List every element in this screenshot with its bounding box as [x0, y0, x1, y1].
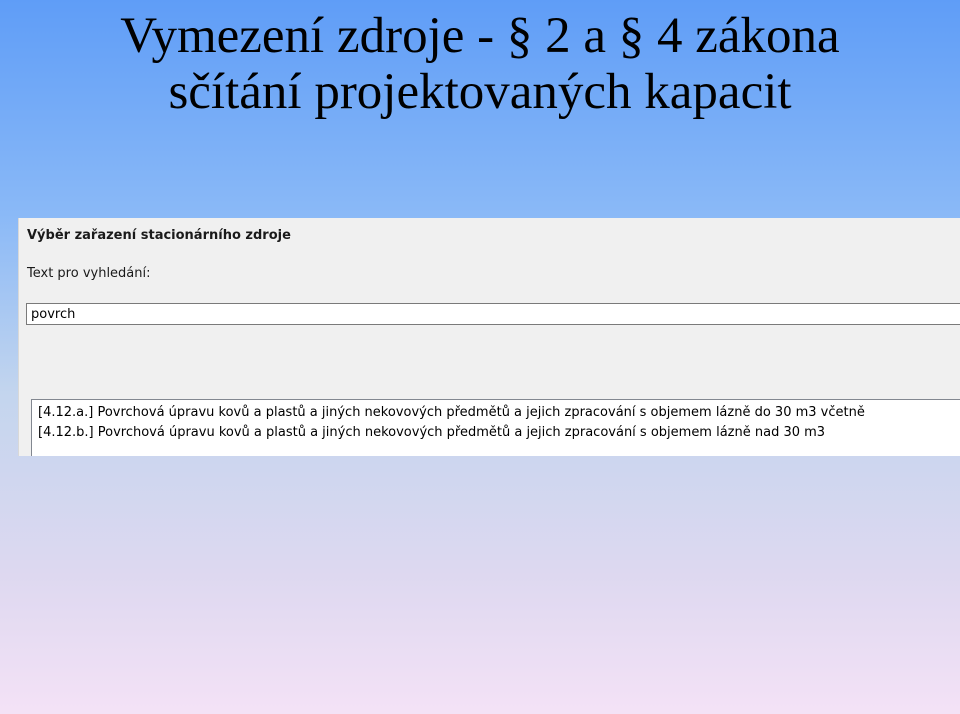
- result-list[interactable]: [4.12.a.] Povrchová úpravu kovů a plastů…: [31, 399, 960, 456]
- dialog-heading: Výběr zařazení stacionárního zdroje: [27, 228, 291, 243]
- result-item-4-12-b[interactable]: [4.12.b.] Povrchová úpravu kovů a plastů…: [32, 423, 960, 443]
- slide-title-line-1: Vymezení zdroje - § 2 a § 4 zákona: [120, 8, 840, 64]
- search-input[interactable]: [26, 303, 960, 325]
- slide-title-line-2: sčítání projektovaných kapacit: [168, 64, 792, 120]
- slide-title: Vymezení zdroje - § 2 a § 4 zákona sčítá…: [0, 8, 960, 120]
- result-item-4-12-a[interactable]: [4.12.a.] Povrchová úpravu kovů a plastů…: [32, 403, 960, 423]
- source-classification-dialog: Výběr zařazení stacionárního zdroje Text…: [18, 218, 960, 456]
- search-label: Text pro vyhledání:: [27, 266, 151, 281]
